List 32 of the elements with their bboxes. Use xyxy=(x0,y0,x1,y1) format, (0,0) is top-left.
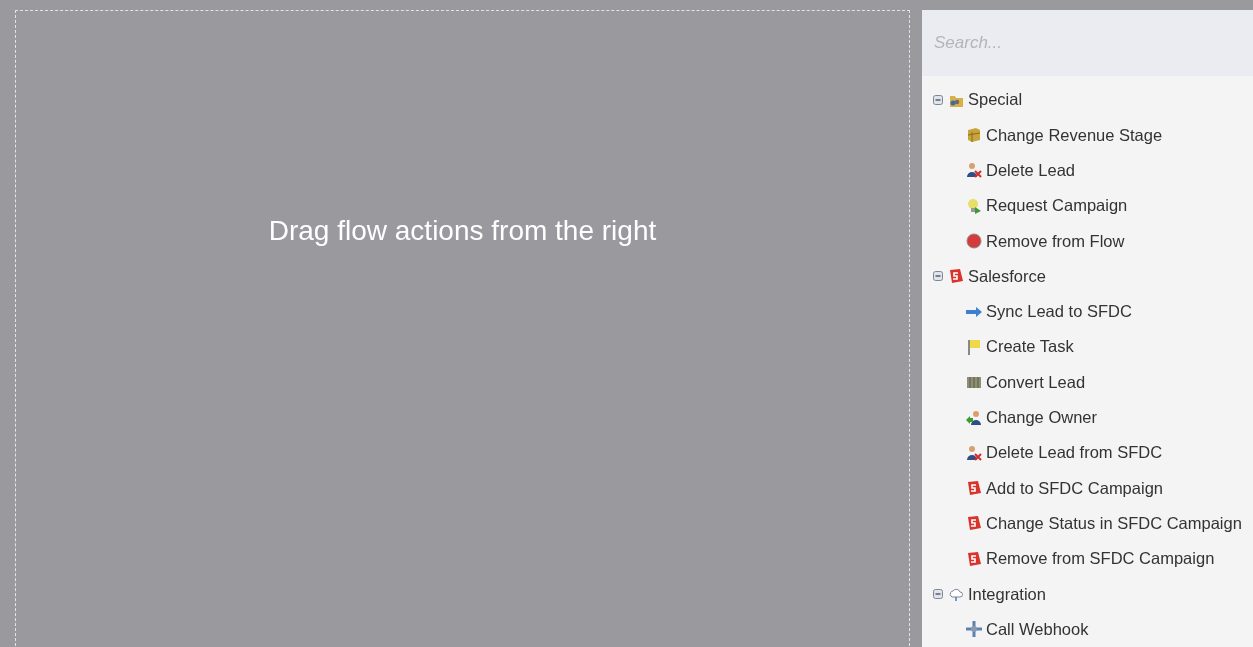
action-item[interactable]: Change Status in SFDC Campaign xyxy=(986,513,1242,533)
action-item[interactable]: Remove from Flow xyxy=(986,231,1125,251)
lightbulb-icon xyxy=(965,196,983,215)
collapse-toggle-icon[interactable] xyxy=(933,94,943,105)
collapse-toggle-icon[interactable] xyxy=(933,589,943,600)
user-delete-icon xyxy=(965,443,983,462)
user-delete-icon xyxy=(965,161,983,180)
action-item[interactable]: Remove from SFDC Campaign xyxy=(986,549,1215,569)
sfdc-logo-icon xyxy=(965,514,983,533)
action-item[interactable]: Delete Lead from SFDC xyxy=(986,443,1163,463)
flag-icon xyxy=(965,337,983,356)
user-swap-icon xyxy=(965,408,983,427)
canvas-hint: Drag flow actions from the right xyxy=(268,215,657,247)
action-item[interactable]: Call Webhook xyxy=(986,619,1089,639)
action-item[interactable]: Add to SFDC Campaign xyxy=(986,478,1163,498)
action-item[interactable]: Change Revenue Stage xyxy=(986,125,1163,145)
collapse-toggle-icon[interactable] xyxy=(933,271,943,282)
sfdc-logo-icon xyxy=(965,549,983,568)
stop-icon xyxy=(965,232,983,251)
action-item[interactable]: Change Owner xyxy=(986,408,1097,428)
sfdc-logo-icon xyxy=(947,267,965,286)
action-item[interactable]: Convert Lead xyxy=(986,372,1086,392)
cube-icon xyxy=(965,126,983,145)
action-item[interactable]: Request Campaign xyxy=(986,196,1128,216)
category-label[interactable]: Salesforce xyxy=(968,266,1046,286)
webhook-icon xyxy=(965,620,983,639)
sfdc-logo-icon xyxy=(965,479,983,498)
action-item[interactable]: Sync Lead to SFDC xyxy=(986,302,1132,322)
category-label[interactable]: Special xyxy=(968,90,1023,110)
action-item[interactable]: Create Task xyxy=(986,337,1074,357)
category-label[interactable]: Integration xyxy=(968,584,1046,604)
action-item[interactable]: Delete Lead xyxy=(986,161,1075,180)
